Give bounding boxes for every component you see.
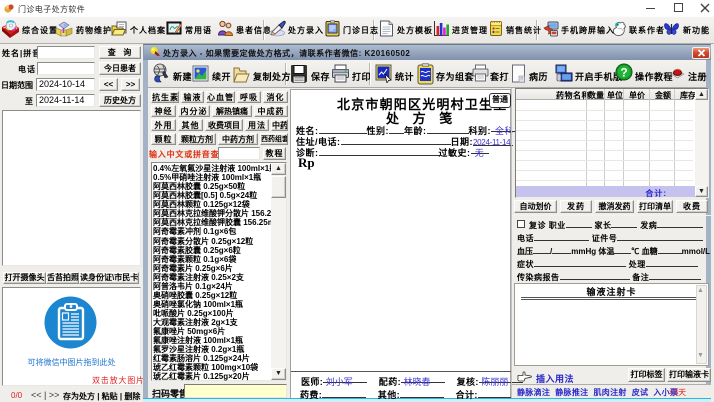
svg-text:?: ? (620, 65, 627, 79)
